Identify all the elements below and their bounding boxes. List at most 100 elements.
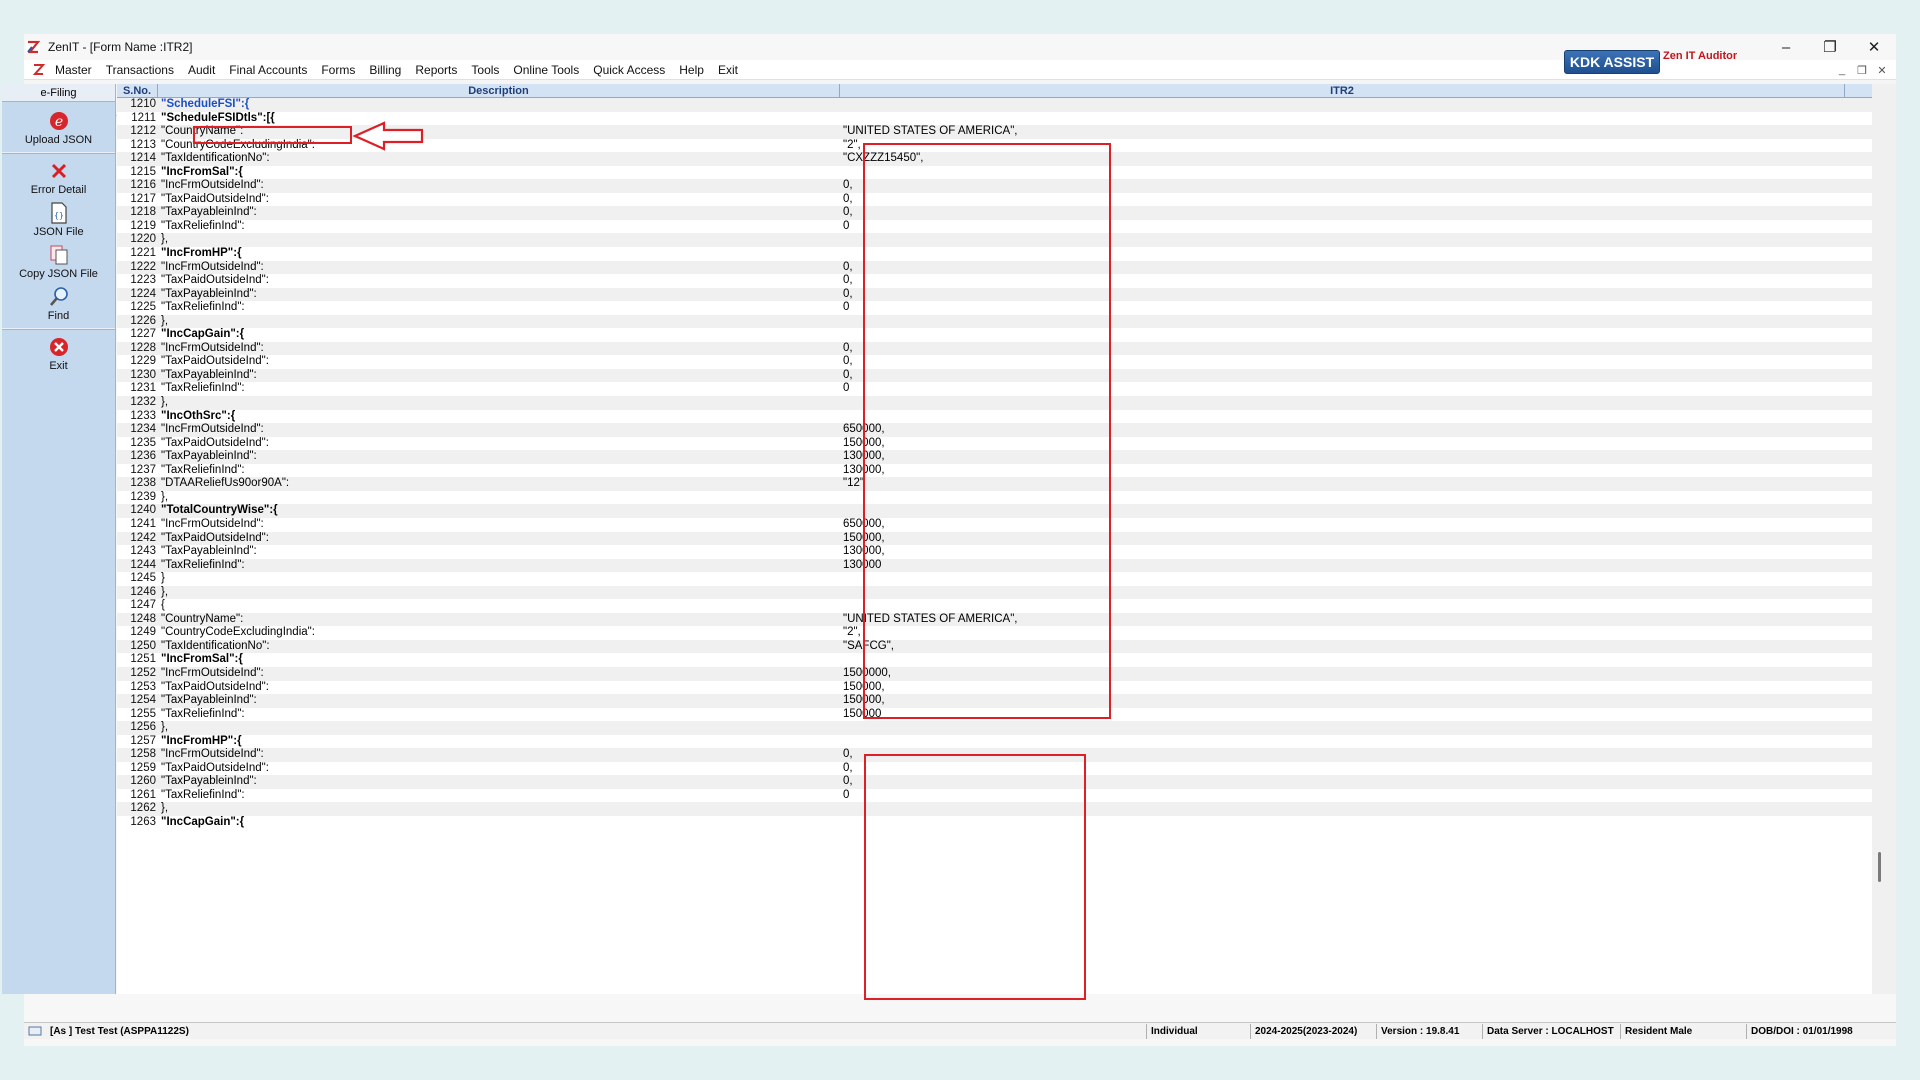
- row-description: "ScheduleFSI":{: [161, 98, 250, 110]
- status-residency: Resident Male: [1620, 1024, 1692, 1039]
- row-description: }: [161, 572, 165, 585]
- row-sno: 1221: [130, 247, 156, 260]
- row-sno: 1223: [130, 274, 156, 287]
- sidebar-item-copy-json-file[interactable]: Copy JSON File: [2, 244, 115, 280]
- row-description: },: [161, 721, 169, 734]
- menu-quick-access[interactable]: Quick Access: [593, 63, 665, 77]
- menu-exit[interactable]: Exit: [718, 63, 738, 77]
- scrollbar-thumb[interactable]: [1878, 852, 1881, 882]
- sidebar-item-exit[interactable]: Exit: [2, 336, 115, 372]
- row-sno: 1234: [130, 423, 156, 436]
- table-row[interactable]: 1257 "IncFromHP":{: [117, 734, 1872, 749]
- table-row[interactable]: 1256},: [117, 721, 1872, 735]
- row-description: {: [161, 599, 165, 612]
- row-sno: 1213: [130, 138, 156, 151]
- status-year: 2024-2025(2023-2024): [1250, 1024, 1357, 1039]
- window-title: ZenIT - [Form Name :ITR2]: [48, 40, 193, 54]
- row-description: "IncCapGain":{: [161, 815, 245, 828]
- zen-it-auditor-label[interactable]: Zen IT Auditor: [1663, 50, 1737, 62]
- row-sno: 1224: [130, 287, 156, 300]
- row-description: },: [161, 802, 169, 815]
- row-sno: 1248: [130, 612, 156, 625]
- menu-final-accounts[interactable]: Final Accounts: [229, 63, 307, 77]
- menu-master[interactable]: Master: [55, 63, 92, 77]
- row-sno: 1240: [130, 504, 156, 517]
- minimize-icon[interactable]: –: [1764, 34, 1808, 60]
- vertical-scrollbar[interactable]: [1872, 84, 1896, 994]
- annotation-arrow: [352, 121, 424, 151]
- row-sno: 1262: [130, 802, 156, 815]
- row-sno: 1259: [130, 761, 156, 774]
- efiling-sidebar: e-Filing e Upload JSON Error Detail {} J…: [2, 84, 116, 994]
- row-description: "TaxPayableinInd":: [161, 206, 257, 219]
- menu-reports[interactable]: Reports: [415, 63, 457, 77]
- header-description[interactable]: Description: [158, 84, 840, 97]
- row-sno: 1227: [130, 328, 156, 341]
- row-description: "TaxPaidOutsideInd":: [161, 436, 269, 449]
- mdi-minimize-icon[interactable]: _: [1832, 64, 1852, 76]
- row-description: "IncFromSal":{: [161, 165, 243, 178]
- row-description: "TaxIdentificationNo":: [161, 152, 270, 165]
- row-sno: 1260: [130, 775, 156, 788]
- svg-text:{}: {}: [54, 211, 64, 220]
- row-sno: 1210: [130, 98, 156, 110]
- header-sno[interactable]: S.No.: [117, 84, 158, 97]
- sidebar-item-label: Exit: [49, 360, 68, 372]
- close-icon[interactable]: ✕: [1852, 34, 1896, 60]
- restore-icon[interactable]: ❐: [1808, 34, 1852, 60]
- row-sno: 1235: [130, 436, 156, 449]
- row-value[interactable]: [840, 721, 1845, 735]
- status-user: [As ] Test Test (ASPPA1122S): [28, 1025, 189, 1037]
- sidebar-item-error-detail[interactable]: Error Detail: [2, 160, 115, 196]
- row-sno: 1243: [130, 545, 156, 558]
- json-file-icon: {}: [48, 202, 70, 224]
- row-description: "TaxPaidOutsideInd":: [161, 192, 269, 205]
- mdi-child-icon[interactable]: [32, 63, 45, 76]
- row-description: "TaxReliefinInd":: [161, 707, 245, 720]
- menu-online-tools[interactable]: Online Tools: [513, 63, 579, 77]
- row-description: "TaxPaidOutsideInd":: [161, 355, 269, 368]
- row-description: "IncFrmOutsideInd":: [161, 666, 264, 679]
- row-sno: 1241: [130, 517, 156, 530]
- sidebar-item-json-file[interactable]: {} JSON File: [2, 202, 115, 238]
- row-value[interactable]: [840, 735, 1845, 749]
- menu-tools[interactable]: Tools: [471, 63, 499, 77]
- row-sno: 1258: [130, 748, 156, 761]
- row-description: },: [161, 396, 169, 409]
- svg-text:e: e: [54, 114, 62, 130]
- row-value[interactable]: [840, 98, 1845, 112]
- row-description: "TaxPaidOutsideInd":: [161, 680, 269, 693]
- row-description: "IncCapGain":{: [161, 328, 245, 341]
- row-description: "IncFrmOutsideInd":: [161, 748, 264, 761]
- status-bar: [As ] Test Test (ASPPA1122S) Individual …: [24, 1022, 1896, 1039]
- row-sno: 1225: [130, 301, 156, 314]
- row-description: "TaxIdentificationNo":: [161, 639, 270, 652]
- header-itr2[interactable]: ITR2: [840, 84, 1845, 97]
- row-sno: 1211: [131, 111, 156, 124]
- row-sno: 1252: [130, 666, 156, 679]
- menu-billing[interactable]: Billing: [369, 63, 401, 77]
- menu-transactions[interactable]: Transactions: [106, 63, 174, 77]
- row-value[interactable]: "UNITED STATES OF AMERICA",: [840, 125, 1845, 139]
- status-version: Version : 19.8.41: [1376, 1024, 1459, 1039]
- row-sno: 1218: [130, 206, 156, 219]
- row-sno: 1237: [130, 463, 156, 476]
- row-sno: 1230: [130, 368, 156, 381]
- exit-icon: [48, 336, 70, 358]
- row-description: "IncFrmOutsideInd":: [161, 517, 264, 530]
- menu-help[interactable]: Help: [679, 63, 704, 77]
- table-row[interactable]: 1210 "ScheduleFSI":{: [117, 98, 1872, 112]
- sidebar-separator: [2, 152, 115, 154]
- mdi-restore-icon[interactable]: ❐: [1852, 64, 1872, 77]
- row-description: "TaxReliefinInd":: [161, 382, 245, 395]
- mdi-close-icon[interactable]: ✕: [1872, 64, 1892, 77]
- row-description: "TaxPayableinInd":: [161, 545, 257, 558]
- sidebar-item-find[interactable]: Find: [2, 286, 115, 322]
- menu-audit[interactable]: Audit: [188, 63, 215, 77]
- row-sno: 1254: [130, 694, 156, 707]
- kdk-assist-button[interactable]: KDK ASSIST: [1564, 50, 1660, 74]
- row-sno: 1212: [130, 125, 156, 138]
- sidebar-item-upload-json[interactable]: e Upload JSON: [2, 110, 115, 146]
- row-value[interactable]: [840, 112, 1845, 126]
- menu-forms[interactable]: Forms: [321, 63, 355, 77]
